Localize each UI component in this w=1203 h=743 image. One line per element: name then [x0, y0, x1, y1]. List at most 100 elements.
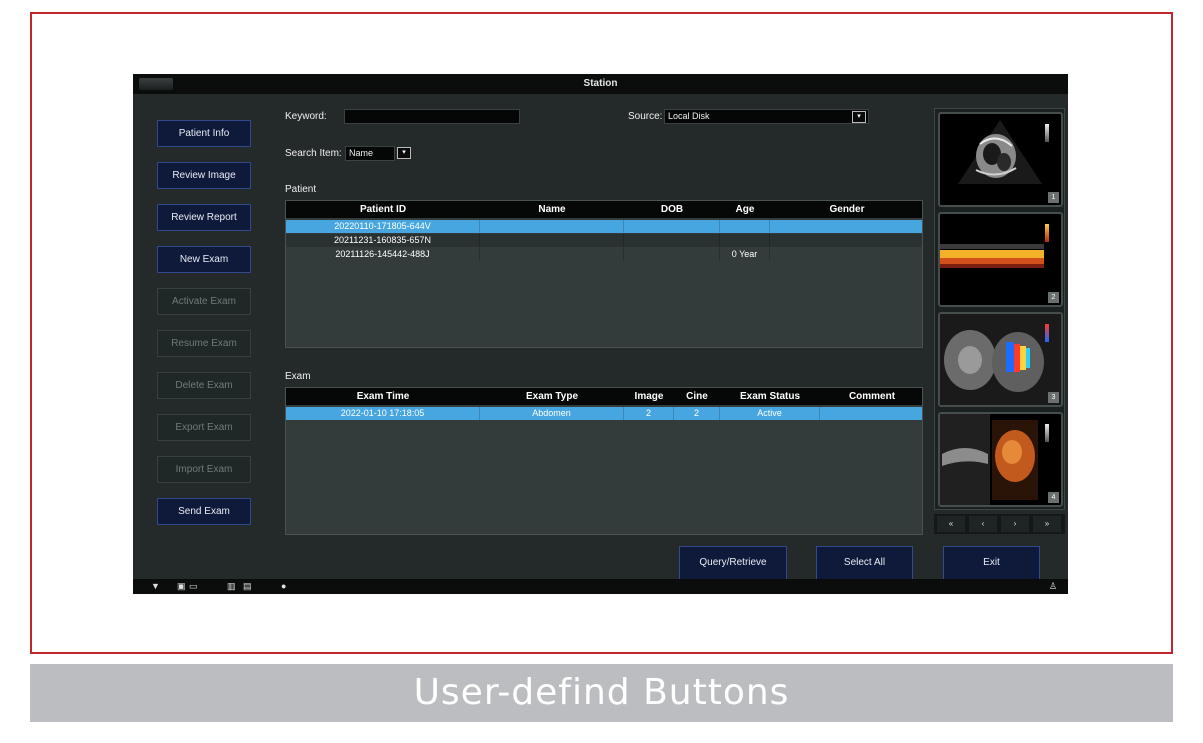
cine-count-cell: 2 — [674, 407, 720, 420]
send-exam-button[interactable]: Send Exam — [157, 498, 251, 525]
status-dot-icon: ● — [281, 581, 287, 591]
thumbnail-number: 1 — [1048, 192, 1059, 203]
exam-section-label: Exam — [285, 371, 311, 382]
col-exam-type[interactable]: Exam Type — [480, 388, 624, 405]
table-row[interactable]: 20211126-145442-488J 0 Year — [286, 248, 922, 261]
select-all-button[interactable]: Select All — [816, 546, 913, 580]
col-comment[interactable]: Comment — [820, 388, 922, 405]
probe-icon: ▼ — [151, 581, 160, 591]
keyword-label: Keyword: — [285, 111, 327, 122]
name-cell — [480, 248, 624, 261]
review-image-button[interactable]: Review Image — [157, 162, 251, 189]
col-exam-status[interactable]: Exam Status — [720, 388, 820, 405]
table-row[interactable]: 2022-01-10 17:18:05 Abdomen 2 2 Active — [286, 407, 922, 420]
cardiac-image-icon — [958, 120, 1042, 184]
search-item-dropdown-icon[interactable]: ▾ — [397, 147, 411, 159]
search-item-select[interactable]: Name — [345, 146, 395, 161]
storage-icon: ▤ — [243, 581, 252, 591]
status-bar: ▼ ▣ ▭ ▥ ▤ ● ♙ — [133, 579, 1068, 594]
trash-icon: ▥ — [227, 581, 236, 591]
import-exam-button[interactable]: Import Exam — [157, 456, 251, 483]
search-item-label: Search Item: — [285, 148, 342, 159]
col-patient-id[interactable]: Patient ID — [286, 201, 480, 218]
patient-id-cell: 20220110-171805-644V — [286, 220, 480, 233]
network-icon: ▣ — [177, 581, 186, 591]
name-cell — [480, 234, 624, 247]
thumbnail-number: 2 — [1048, 292, 1059, 303]
gender-cell — [770, 248, 922, 261]
exam-table-header: Exam Time Exam Type Image Cine Exam Stat… — [286, 388, 922, 405]
dob-cell — [624, 234, 720, 247]
prev-page-icon[interactable]: ‹ — [969, 516, 997, 532]
new-exam-button[interactable]: New Exam — [157, 246, 251, 273]
exam-table: Exam Time Exam Type Image Cine Exam Stat… — [285, 387, 923, 535]
thumbnail-cardiac[interactable]: 1 — [938, 112, 1063, 207]
gender-cell — [770, 234, 922, 247]
export-exam-button[interactable]: Export Exam — [157, 414, 251, 441]
patient-info-button[interactable]: Patient Info — [157, 120, 251, 147]
age-cell — [720, 234, 770, 247]
dob-cell — [624, 220, 720, 233]
col-name[interactable]: Name — [480, 201, 624, 218]
col-age[interactable]: Age — [720, 201, 770, 218]
first-page-icon[interactable]: « — [937, 516, 965, 532]
review-report-button[interactable]: Review Report — [157, 204, 251, 231]
thumbnail-number: 4 — [1048, 492, 1059, 503]
color-doppler-image-icon — [940, 314, 1061, 405]
col-exam-time[interactable]: Exam Time — [286, 388, 480, 405]
source-select[interactable]: Local Disk — [664, 109, 869, 124]
next-page-icon[interactable]: › — [1001, 516, 1029, 532]
exam-type-cell: Abdomen — [480, 407, 624, 420]
query-retrieve-button[interactable]: Query/Retrieve — [679, 546, 787, 580]
caption-text: User-defind Buttons — [413, 672, 790, 713]
keyword-input[interactable] — [344, 109, 520, 124]
patient-id-cell: 20211126-145442-488J — [286, 248, 480, 261]
delete-exam-button[interactable]: Delete Exam — [157, 372, 251, 399]
source-dropdown-icon[interactable]: ▾ — [852, 111, 866, 123]
patient-table: Patient ID Name DOB Age Gender 20220110-… — [285, 200, 923, 348]
window-title: Station — [583, 78, 618, 89]
thumbnail-vessel[interactable]: 2 — [938, 212, 1063, 307]
comment-cell — [820, 407, 922, 420]
thumbnail-3d[interactable]: 4 — [938, 412, 1063, 507]
source-label: Source: — [628, 111, 663, 122]
3d-render-image-icon — [940, 414, 1038, 505]
gray-scale-bar — [1045, 424, 1049, 442]
source-value: Local Disk — [668, 111, 710, 121]
resume-exam-button[interactable]: Resume Exam — [157, 330, 251, 357]
vessel-doppler-image-icon — [940, 244, 1044, 268]
patient-table-header: Patient ID Name DOB Age Gender — [286, 201, 922, 218]
patient-section-label: Patient — [285, 184, 317, 195]
age-cell — [720, 220, 770, 233]
age-cell: 0 Year — [720, 248, 770, 261]
title-bar: Station — [133, 74, 1068, 94]
col-image[interactable]: Image — [624, 388, 674, 405]
activate-exam-button[interactable]: Activate Exam — [157, 288, 251, 315]
patient-id-cell: 20211231-160835-657N — [286, 234, 480, 247]
logo-icon — [139, 78, 173, 90]
thumbnail-number: 3 — [1048, 392, 1059, 403]
image-count-cell: 2 — [624, 407, 674, 420]
col-gender[interactable]: Gender — [770, 201, 922, 218]
col-dob[interactable]: DOB — [624, 201, 720, 218]
station-screen: Station Patient Info Review Image Review… — [133, 74, 1068, 594]
color-scale-bar — [1045, 224, 1049, 242]
thumbnail-navigation: « ‹ › » — [934, 514, 1065, 534]
exam-status-cell: Active — [720, 407, 820, 420]
thumbnail-color-doppler[interactable]: 3 — [938, 312, 1063, 407]
col-cine[interactable]: Cine — [674, 388, 720, 405]
caption-bar: User-defind Buttons — [30, 664, 1173, 722]
dob-cell — [624, 248, 720, 261]
exit-button[interactable]: Exit — [943, 546, 1040, 580]
last-page-icon[interactable]: » — [1033, 516, 1061, 532]
user-icon[interactable]: ♙ — [1049, 582, 1057, 591]
table-row[interactable]: 20220110-171805-644V — [286, 220, 922, 233]
thumbnail-panel: 1 2 3 4 — [934, 108, 1065, 510]
color-scale-bar — [1045, 324, 1049, 342]
gender-cell — [770, 220, 922, 233]
gray-scale-bar — [1045, 124, 1049, 142]
table-row[interactable]: 20211231-160835-657N — [286, 234, 922, 247]
name-cell — [480, 220, 624, 233]
monitor-icon: ▭ — [189, 581, 198, 591]
exam-time-cell: 2022-01-10 17:18:05 — [286, 407, 480, 420]
